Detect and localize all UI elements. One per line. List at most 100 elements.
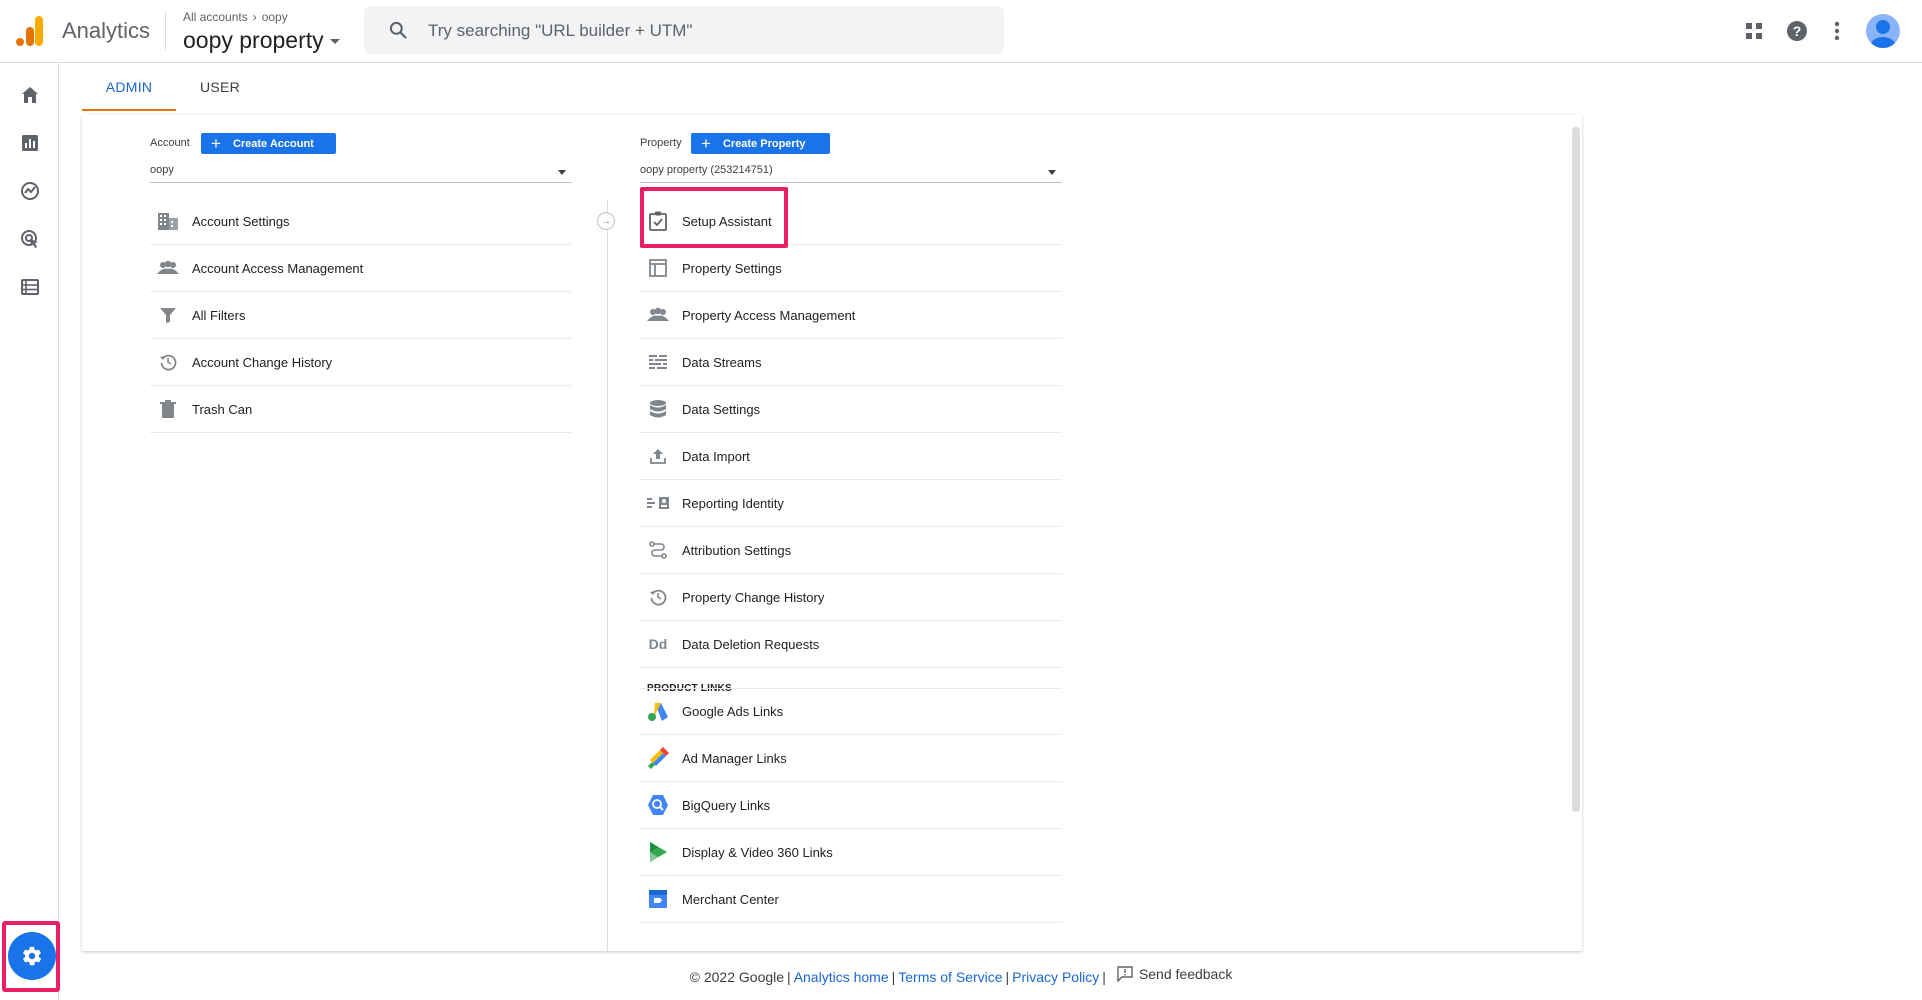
tab-admin[interactable]: ADMIN xyxy=(82,63,176,111)
menu-item-setup-assistant[interactable]: Setup Assistant xyxy=(640,198,1062,245)
menu-item-trash-can[interactable]: Trash Can xyxy=(150,386,572,433)
analytics-logo-icon[interactable] xyxy=(16,16,44,46)
menu-item-data-streams[interactable]: Data Streams xyxy=(640,339,1062,386)
apps-grid-icon[interactable] xyxy=(1742,19,1766,43)
footer: © 2022 Google | Analytics home | Terms of Se… xyxy=(0,966,1922,985)
reports-icon[interactable] xyxy=(17,130,43,156)
account-column-label: Account xyxy=(150,137,190,149)
menu-item-label: Property Access Management xyxy=(682,307,856,323)
avatar[interactable] xyxy=(1866,14,1900,48)
menu-item-label: Account Access Management xyxy=(192,260,364,276)
menu-item-data-deletion-requests[interactable]: Dd Data Deletion Requests xyxy=(640,621,1062,668)
menu-item-account-change-history[interactable]: Account Change History xyxy=(150,339,572,386)
menu-item-label: Property Change History xyxy=(682,589,825,605)
people-icon xyxy=(646,303,670,327)
footer-copyright: © 2022 Google xyxy=(689,969,785,985)
menu-item-label: Data Deletion Requests xyxy=(682,636,820,652)
menu-item-account-settings[interactable]: Account Settings xyxy=(150,198,572,245)
filter-icon xyxy=(156,303,180,327)
property-switcher[interactable]: oopy property xyxy=(183,27,340,54)
tab-user[interactable]: USER xyxy=(176,63,264,111)
menu-item-property-change-history[interactable]: Property Change History xyxy=(640,574,1062,621)
menu-item-label: Account Change History xyxy=(192,354,333,370)
menu-item-label: Trash Can xyxy=(192,401,253,417)
footer-separator: | xyxy=(891,969,896,985)
menu-item-label: Ad Manager Links xyxy=(682,750,787,766)
streams-icon xyxy=(646,350,670,374)
top-bar: Analytics All accounts › oopy oopy propert… xyxy=(0,0,1922,63)
breadcrumb-separator: › xyxy=(252,10,257,24)
property-column-label: Property xyxy=(640,137,682,149)
app-name: Analytics xyxy=(62,18,151,43)
menu-item-label: Google Ads Links xyxy=(682,704,784,719)
menu-item-property-access-management[interactable]: Property Access Management xyxy=(640,292,1062,339)
create-property-label: Create Property xyxy=(722,137,806,150)
plus-icon: + xyxy=(701,134,711,153)
menu-item-dv360-links[interactable]: Display & Video 360 Links xyxy=(640,829,1062,876)
search-input[interactable] xyxy=(426,6,990,56)
menu-item-merchant-center[interactable]: Merchant Center xyxy=(640,876,1062,923)
breadcrumb-account[interactable]: oopy xyxy=(262,10,288,24)
menu-item-label: Data Import xyxy=(682,448,750,464)
menu-item-label: Data Settings xyxy=(682,401,761,417)
plus-icon: + xyxy=(211,134,221,153)
search-bar[interactable] xyxy=(364,6,1004,56)
send-feedback-label: Send feedback xyxy=(1138,966,1233,982)
menu-item-data-settings[interactable]: Data Settings xyxy=(640,386,1062,433)
menu-item-label: Data Streams xyxy=(682,354,762,370)
menu-item-bigquery-links[interactable]: BigQuery Links xyxy=(640,782,1062,829)
search-icon xyxy=(389,21,407,39)
breadcrumb[interactable]: All accounts › oopy xyxy=(183,10,288,24)
explore-icon[interactable] xyxy=(17,178,43,204)
layout-icon xyxy=(646,256,670,280)
menu-item-property-settings[interactable]: Property Settings xyxy=(640,245,1062,292)
menu-item-label: Reporting Identity xyxy=(682,495,784,511)
menu-item-label: Property Settings xyxy=(682,260,782,276)
scrollbar[interactable] xyxy=(1572,127,1580,812)
left-nav xyxy=(0,63,59,1000)
footer-link-privacy[interactable]: Privacy Policy xyxy=(1012,969,1099,985)
footer-link-analytics-home[interactable]: Analytics home xyxy=(794,969,889,985)
identity-icon xyxy=(646,491,670,515)
building-icon xyxy=(156,209,180,233)
svg-text:?: ? xyxy=(1793,23,1802,39)
menu-item-account-access-management[interactable]: Account Access Management xyxy=(150,245,572,292)
account-selected-value: oopy xyxy=(150,164,174,176)
dv360-icon xyxy=(646,840,670,864)
caret-down-icon xyxy=(329,39,340,45)
breadcrumb-all-accounts[interactable]: All accounts xyxy=(183,10,248,24)
google-ads-icon xyxy=(646,700,670,724)
home-icon[interactable] xyxy=(17,82,43,108)
attribution-icon xyxy=(646,538,670,562)
header-divider xyxy=(165,12,166,50)
menu-item-label: Display & Video 360 Links xyxy=(682,844,833,860)
dropdown-arrow-icon xyxy=(1048,170,1056,175)
merchant-center-icon xyxy=(646,887,670,911)
feedback-icon xyxy=(1117,966,1133,982)
menu-item-label: All Filters xyxy=(192,307,246,323)
menu-item-label: Merchant Center xyxy=(682,891,779,907)
create-account-button[interactable]: + Create Account xyxy=(201,133,336,154)
dropdown-arrow-icon xyxy=(558,170,566,175)
more-vert-icon[interactable] xyxy=(1825,19,1849,43)
menu-item-reporting-identity[interactable]: Reporting Identity xyxy=(640,480,1062,527)
gear-icon xyxy=(23,946,42,966)
menu-item-all-filters[interactable]: All Filters xyxy=(150,292,572,339)
trash-icon xyxy=(156,397,180,421)
advertising-icon[interactable] xyxy=(17,226,43,252)
menu-item-label: Account Settings xyxy=(192,213,290,229)
property-selector[interactable]: oopy property (253214751) xyxy=(640,160,1062,183)
connector-arrow-icon: → xyxy=(597,212,615,230)
configure-list-icon[interactable] xyxy=(17,274,43,300)
footer-link-terms[interactable]: Terms of Service xyxy=(898,969,1002,985)
people-icon xyxy=(156,256,180,280)
send-feedback-button[interactable]: Send feedback xyxy=(1117,966,1232,982)
menu-item-google-ads-links[interactable]: Google Ads Links xyxy=(640,688,1062,735)
user-avatar-icon xyxy=(1870,20,1896,48)
menu-item-attribution-settings[interactable]: Attribution Settings xyxy=(640,527,1062,574)
menu-item-data-import[interactable]: Data Import xyxy=(640,433,1062,480)
help-icon[interactable]: ? xyxy=(1785,19,1809,43)
menu-item-ad-manager-links[interactable]: Ad Manager Links xyxy=(640,735,1062,782)
create-property-button[interactable]: + Create Property xyxy=(691,133,830,154)
account-selector[interactable]: oopy xyxy=(150,160,572,183)
